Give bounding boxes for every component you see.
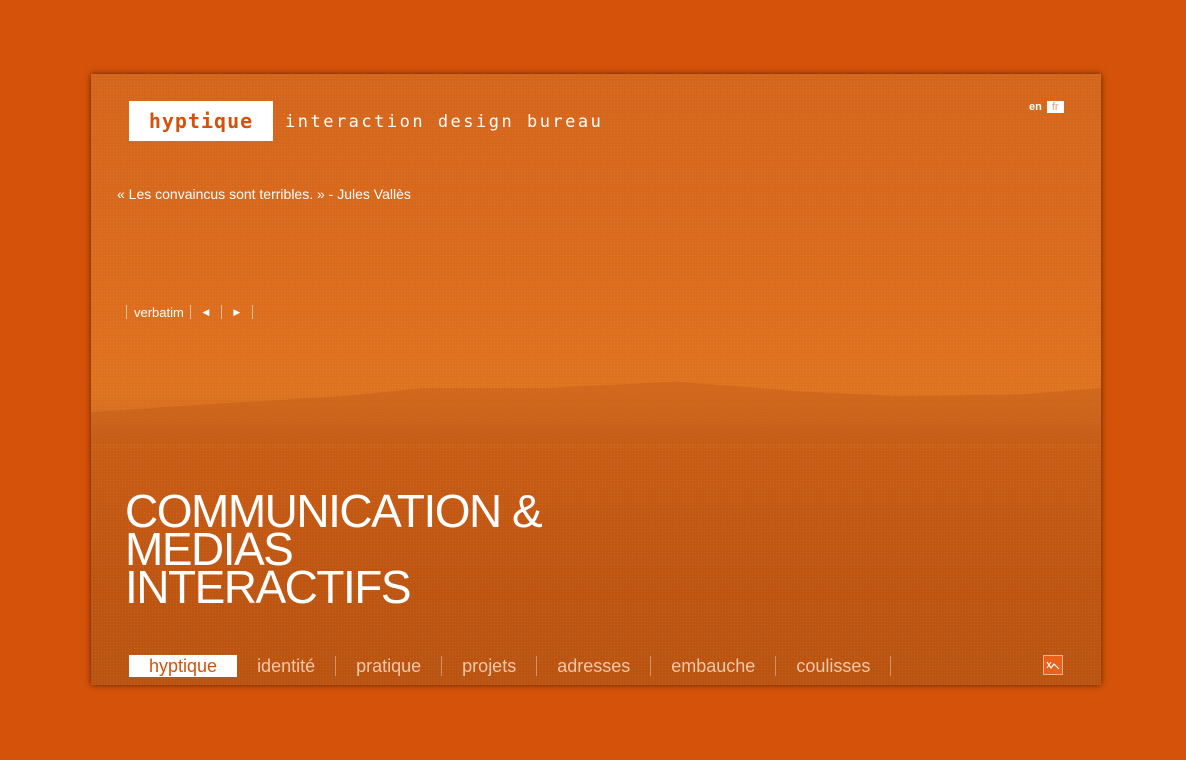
lang-fr-link[interactable]: fr bbox=[1046, 101, 1064, 113]
language-switcher: en fr bbox=[1027, 101, 1064, 113]
nav-item-identite[interactable]: identité bbox=[237, 655, 335, 677]
verbatim-controls: verbatim ◀ ▶ bbox=[126, 304, 253, 320]
nav-item-hyptique[interactable]: hyptique bbox=[129, 655, 238, 677]
nav-item-pratique[interactable]: pratique bbox=[336, 655, 441, 677]
divider bbox=[251, 305, 253, 319]
lang-en-link[interactable]: en bbox=[1027, 101, 1044, 113]
main-panel: hyptique interaction design bureau en fr… bbox=[91, 74, 1101, 685]
landscape-background bbox=[91, 381, 1101, 444]
main-nav: hyptique identité pratique projets adres… bbox=[129, 654, 892, 678]
nav-item-projets[interactable]: projets bbox=[442, 655, 536, 677]
logo[interactable]: hyptique bbox=[129, 101, 273, 141]
headline: COMMUNICATION & MEDIAS INTERACTIFS bbox=[125, 488, 543, 613]
verbatim-label[interactable]: verbatim bbox=[127, 305, 190, 320]
chart-zigzag-icon[interactable] bbox=[1043, 655, 1063, 675]
arrow-right-icon[interactable]: ▶ bbox=[222, 307, 252, 318]
tagline: interaction design bureau bbox=[285, 112, 604, 132]
quote-text: « Les convaincus sont terribles. » - Jul… bbox=[117, 186, 411, 202]
headline-line: INTERACTIFS bbox=[125, 561, 412, 613]
arrow-left-icon[interactable]: ◀ bbox=[191, 307, 221, 318]
nav-item-embauche[interactable]: embauche bbox=[651, 655, 775, 677]
nav-item-coulisses[interactable]: coulisses bbox=[776, 655, 890, 677]
nav-item-adresses[interactable]: adresses bbox=[537, 655, 650, 677]
nav-divider bbox=[890, 656, 892, 676]
